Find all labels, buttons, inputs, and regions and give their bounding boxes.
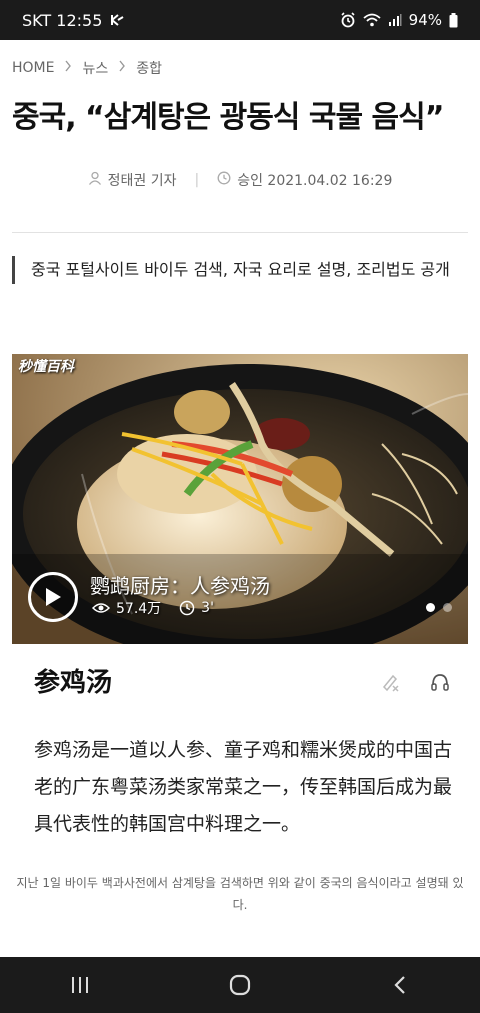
video-player[interactable]: 秒懂百科 鹦鹉厨房：人参鸡汤 57.4万 3'	[12, 354, 468, 644]
article-headline: 중국, “삼계탕은 광동식 국물 음식”	[12, 100, 444, 135]
alarm-icon	[340, 12, 356, 28]
status-carrier-time: SKT 12:55	[22, 10, 103, 30]
video-duration: 3'	[179, 600, 214, 616]
baike-title: 参鸡汤	[34, 668, 113, 698]
person-icon	[88, 171, 102, 189]
video-source-logo: 秒懂百科	[18, 359, 74, 375]
breadcrumb: HOME 뉴스 종합	[12, 58, 162, 78]
approved-date: 승인 2021.04.02 16:29	[237, 173, 393, 189]
wifi-icon	[363, 13, 381, 27]
play-button[interactable]	[28, 572, 78, 622]
baike-body: 参鸡汤是一道以人参、童子鸡和糯米煲成的中国古老的广东粤菜汤类家常菜之一，传至韩国…	[34, 739, 453, 835]
video-duration-value: 3'	[201, 600, 214, 616]
breadcrumb-home[interactable]: HOME	[12, 60, 54, 76]
home-icon	[229, 974, 251, 996]
recent-apps-icon	[72, 977, 88, 993]
edit-icon[interactable]	[380, 672, 400, 696]
article-subtitle: 중국 포털사이트 바이두 검색, 자국 요리로 설명, 조리법도 공개	[12, 256, 468, 284]
play-icon	[46, 588, 61, 606]
app-notification-icon	[110, 13, 124, 27]
status-bar: SKT 12:55 94%	[0, 0, 480, 40]
image-caption: 지난 1일 바이두 백과사전에서 삼계탕을 검색하면 위와 같이 중국의 음식이…	[16, 876, 464, 912]
video-meta: 57.4万 3'	[92, 598, 214, 618]
back-button[interactable]	[370, 965, 430, 1005]
baike-tools	[380, 672, 450, 696]
video-views-count: 57.4万	[116, 601, 162, 617]
author-name: 정태권 기자	[107, 173, 177, 189]
chevron-right-icon	[64, 60, 72, 76]
clock-icon	[217, 171, 231, 189]
divider	[12, 232, 468, 233]
system-navigation-bar	[0, 957, 480, 1013]
clock-icon	[179, 600, 195, 616]
breadcrumb-general[interactable]: 종합	[136, 58, 162, 78]
byline-author[interactable]: 정태권 기자	[88, 170, 177, 190]
slide-indicator	[426, 603, 452, 612]
eye-icon	[92, 603, 110, 613]
video-views: 57.4万	[92, 598, 161, 618]
battery-percent: 94%	[408, 11, 442, 29]
byline-date: 승인 2021.04.02 16:29	[217, 170, 392, 190]
video-thumbnail-image	[12, 354, 468, 644]
back-icon	[394, 976, 405, 994]
chevron-right-icon	[118, 60, 126, 76]
headphones-icon[interactable]	[430, 672, 450, 696]
home-button[interactable]	[210, 965, 270, 1005]
slide-dot[interactable]	[443, 603, 452, 612]
article-byline: 정태권 기자 | 승인 2021.04.02 16:29	[0, 170, 480, 190]
breadcrumb-news[interactable]: 뉴스	[82, 58, 108, 78]
battery-icon	[449, 12, 458, 28]
signal-icon	[388, 13, 402, 27]
recent-apps-button[interactable]	[50, 965, 110, 1005]
byline-divider: |	[194, 172, 200, 188]
slide-dot-active[interactable]	[426, 603, 435, 612]
video-title: 鹦鹉厨房：人参鸡汤	[90, 574, 270, 598]
